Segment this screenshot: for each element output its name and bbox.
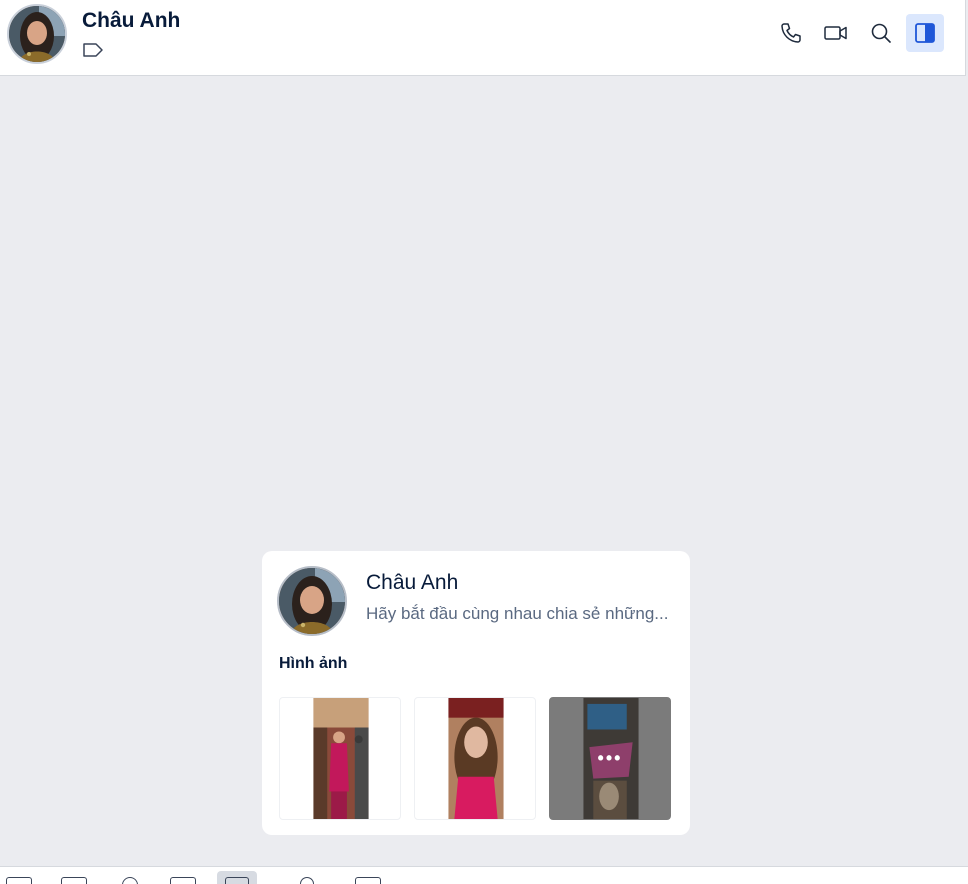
search-icon[interactable] [862,14,900,52]
sticker-icon[interactable] [6,877,32,884]
screenshot-button[interactable] [217,871,257,884]
attachment-icon[interactable] [122,877,138,884]
composer-toolbar [0,866,968,884]
more-photos-indicator: ••• [597,748,623,768]
label-tag-icon[interactable] [82,41,106,61]
sidebar-toggle-button[interactable] [906,14,944,52]
more-photos-thumbnail[interactable]: ••• [549,697,671,820]
contact-info-card: Châu Anh Hãy bắt đầu cùng nhau chia sẻ n… [262,551,690,835]
chat-header: Châu Anh [0,0,966,76]
photos-section-title: Hình ảnh [279,655,348,672]
card-icon[interactable] [170,877,196,884]
text-format-icon[interactable] [300,877,314,884]
card-contact-name: Châu Anh [366,571,459,594]
sidebar-toggle-icon [915,23,935,43]
screenshot-icon [225,877,249,884]
image-icon[interactable] [61,877,87,884]
contact-avatar[interactable] [7,4,67,64]
card-avatar[interactable] [277,566,347,636]
contact-name-title: Châu Anh [82,9,181,32]
more-icon[interactable] [355,877,381,884]
phone-call-icon[interactable] [772,14,810,52]
photo-thumbnail[interactable] [414,697,536,820]
photo-thumbnail[interactable] [279,697,401,820]
video-call-icon[interactable] [817,14,855,52]
card-status-text: Hãy bắt đầu cùng nhau chia sẻ những... [366,604,669,623]
